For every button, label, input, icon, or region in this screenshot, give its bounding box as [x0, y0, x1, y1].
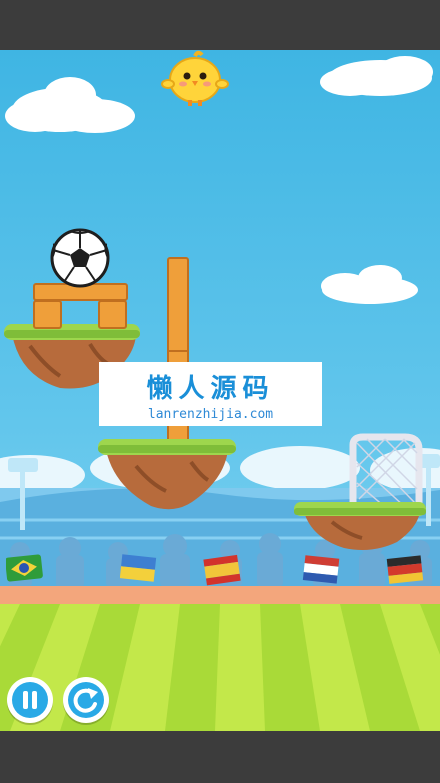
cloud-mid-right [321, 265, 418, 304]
middle-floating-island [98, 439, 236, 510]
germany-flag-icon [386, 555, 424, 584]
wooden-block-stack[interactable] [33, 283, 128, 331]
netherlands-flag-icon [302, 555, 340, 584]
watermark-banner: 懒人源码 lanrenzhijia.com [99, 362, 322, 426]
spain-flag-icon [203, 554, 241, 586]
running-track [0, 586, 440, 604]
right-floating-island [294, 502, 426, 550]
soccer-ball[interactable] [50, 228, 110, 288]
restart-arrow-icon [73, 688, 98, 713]
top-letterbox-bar [0, 0, 440, 50]
restart-button-face [68, 682, 104, 718]
cloud-top-right [320, 56, 433, 96]
chick-character[interactable] [160, 50, 230, 108]
restart-button[interactable] [63, 677, 109, 723]
ukraine-flag-icon [120, 554, 157, 582]
pause-icon [23, 691, 37, 709]
pause-button[interactable] [7, 677, 53, 723]
cloud-top-left [5, 77, 135, 133]
brazil-flag-icon [6, 554, 43, 582]
bottom-letterbox-bar [0, 731, 440, 783]
watermark-url: lanrenzhijia.com [147, 407, 274, 422]
watermark-title: 懒人源码 [146, 374, 275, 404]
pause-button-face [12, 682, 48, 718]
game-frame: 懒人源码 lanrenzhijia.com [0, 0, 440, 783]
